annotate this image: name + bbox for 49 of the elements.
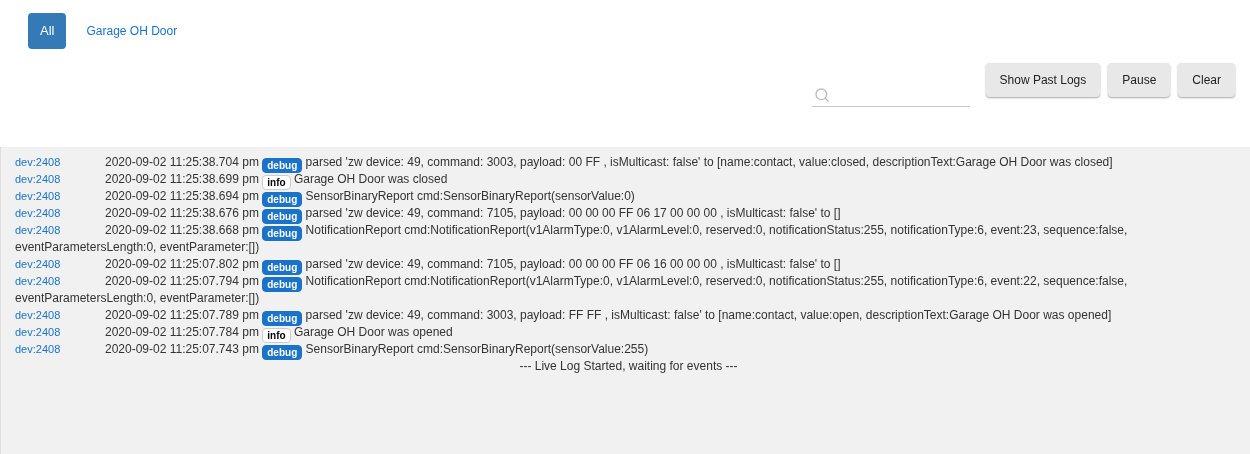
device-link[interactable]: dev:2408 — [15, 307, 105, 324]
device-link[interactable]: dev:2408 — [15, 154, 105, 171]
log-time: 2020-09-02 11:25:38.704 pm — [105, 155, 259, 169]
toolbar-button[interactable]: Pause — [1108, 63, 1171, 97]
log-message: eventParametersLength:0, eventParameter:[]) — [15, 291, 260, 305]
log-message: parsed 'zw device: 49, command: 3003, payload: 00 FF , isMulticast: false' to [name:contact, value:closed, descriptionText:Garage OH Door was closed] — [305, 155, 1113, 169]
log-time: 2020-09-02 11:25:38.694 pm — [105, 189, 259, 203]
level-badge: debug — [262, 277, 303, 292]
level-badge: info — [262, 328, 291, 343]
level-badge: debug — [262, 260, 303, 275]
log-message: NotificationReport cmd:NotificationReport(v1AlarmType:0, v1AlarmLevel:0, reserved:0, notificationStatus:255, notificationType:6, event:23, sequence:false, — [305, 223, 1128, 237]
log-message: SensorBinaryReport cmd:SensorBinaryReport(sensorValue:0) — [305, 189, 635, 203]
device-link[interactable]: dev:2408 — [15, 324, 105, 341]
filter-tab[interactable]: Garage OH Door — [78, 13, 186, 49]
device-link[interactable]: dev:2408 — [15, 188, 105, 205]
level-badge: debug — [262, 226, 303, 241]
device-link[interactable]: dev:2408 — [15, 341, 105, 358]
level-badge: debug — [262, 158, 303, 173]
filter-tab[interactable]: All — [28, 13, 67, 49]
level-badge: debug — [262, 192, 303, 207]
log-time: 2020-09-02 11:25:07.794 pm — [105, 274, 259, 288]
log-time: 2020-09-02 11:25:38.699 pm — [105, 172, 259, 186]
log-message: Garage OH Door was opened — [293, 325, 453, 339]
toolbar-button[interactable]: Clear — [1178, 63, 1235, 97]
log-time: 2020-09-02 11:25:07.789 pm — [105, 308, 259, 322]
search-icon — [813, 86, 830, 103]
level-badge: debug — [262, 311, 303, 326]
status-line: --- Live Log Started, waiting for events --- — [519, 359, 738, 373]
log-time: 2020-09-02 11:25:07.802 pm — [105, 257, 259, 271]
log-message: parsed 'zw device: 49, command: 3003, payload: FF FF , isMulticast: false' to [name:contact, value:open, descriptionText:Garage OH Door was opened] — [305, 308, 1112, 322]
toolbar-button[interactable]: Show Past Logs — [985, 63, 1101, 97]
device-link[interactable]: dev:2408 — [15, 205, 105, 222]
device-link[interactable]: dev:2408 — [15, 171, 105, 188]
log-message: Garage OH Door was closed — [293, 172, 448, 186]
log-message: NotificationReport cmd:NotificationReport(v1AlarmType:0, v1AlarmLevel:0, reserved:0, notificationStatus:255, notificationType:6, event:22, sequence:false, — [305, 274, 1128, 288]
log-time: 2020-09-02 11:25:07.784 pm — [105, 325, 259, 339]
level-badge: info — [262, 175, 291, 190]
level-badge: debug — [262, 345, 303, 360]
device-link[interactable]: dev:2408 — [15, 256, 105, 273]
log-time: 2020-09-02 11:25:38.676 pm — [105, 206, 259, 220]
level-badge: debug — [262, 209, 303, 224]
log-message: eventParametersLength:0, eventParameter:[]) — [15, 240, 260, 254]
log-message: SensorBinaryReport cmd:SensorBinaryReport(sensorValue:255) — [305, 342, 649, 356]
log-time: 2020-09-02 11:25:38.668 pm — [105, 223, 259, 237]
device-link[interactable]: dev:2408 — [15, 273, 105, 290]
log-time: 2020-09-02 11:25:07.743 pm — [105, 342, 259, 356]
log-message: parsed 'zw device: 49, command: 7105, payload: 00 00 00 FF 06 16 00 00 00 , isMulticast: false' to [] — [305, 257, 841, 271]
device-link[interactable]: dev:2408 — [15, 222, 105, 239]
log-message: parsed 'zw device: 49, command: 7105, payload: 00 00 00 FF 06 17 00 00 00 , isMulticast: false' to [] — [305, 206, 841, 220]
